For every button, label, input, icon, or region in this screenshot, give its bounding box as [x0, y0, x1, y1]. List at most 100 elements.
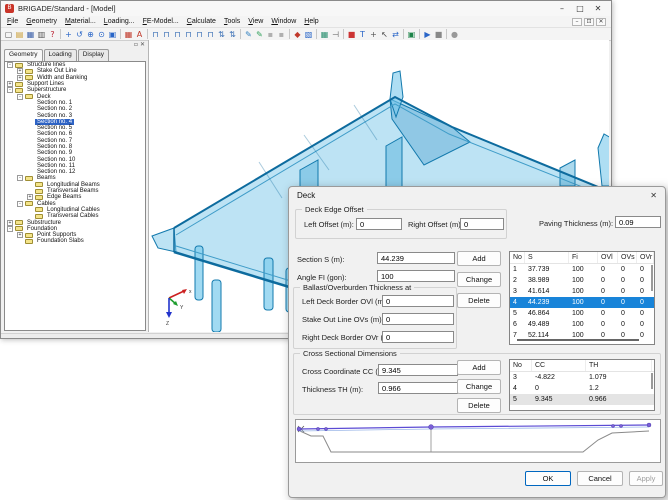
table-row[interactable]: 238.989100000: [510, 275, 654, 286]
cc-add-button[interactable]: Add: [457, 360, 501, 375]
tab-loading[interactable]: Loading: [44, 49, 77, 61]
expand-icon[interactable]: +: [17, 68, 23, 74]
mdi-restore-icon[interactable]: ⊡: [584, 18, 594, 26]
table-row[interactable]: 546.864100000: [510, 308, 654, 319]
menu-item-view[interactable]: View: [244, 18, 267, 25]
zoom-window-icon[interactable]: ⊙: [96, 28, 107, 40]
mesh-view-icon[interactable]: ▣: [406, 28, 417, 40]
section-add-button[interactable]: Add: [457, 251, 501, 266]
panel-pin-icon[interactable]: ▫: [134, 42, 138, 48]
results-icon[interactable]: ●: [449, 28, 460, 40]
pan-icon[interactable]: +: [63, 28, 74, 40]
open-file-icon[interactable]: ▤: [14, 28, 25, 40]
mesh-icon[interactable]: ▦: [123, 28, 134, 40]
close-icon[interactable]: ✕: [589, 3, 607, 15]
expand-icon[interactable]: +: [17, 75, 23, 81]
thickness-th-input[interactable]: [378, 382, 458, 394]
load-tool-icon[interactable]: T: [357, 28, 368, 40]
edit-pen-icon[interactable]: ✎: [254, 28, 265, 40]
ok-button[interactable]: OK: [525, 471, 571, 486]
table-row[interactable]: 3-4.8221.079: [510, 372, 654, 383]
paving-thickness-input[interactable]: [615, 216, 661, 228]
panel-close-icon[interactable]: ✕: [140, 42, 145, 48]
add-node-icon[interactable]: +: [368, 28, 379, 40]
menu-item-help[interactable]: Help: [300, 18, 322, 25]
cancel-button[interactable]: Cancel: [577, 471, 623, 486]
table-row[interactable]: 649.489100000: [510, 319, 654, 330]
connect-tool-icon[interactable]: ⊣: [330, 28, 341, 40]
maximize-icon[interactable]: □: [571, 3, 589, 15]
collapse-icon[interactable]: -: [17, 94, 23, 100]
section-s-input[interactable]: [377, 252, 455, 264]
cc-delete-button[interactable]: Delete: [457, 398, 501, 413]
expand-icon[interactable]: +: [27, 194, 33, 200]
minimize-icon[interactable]: –: [553, 3, 571, 15]
mdi-minimize-icon[interactable]: –: [572, 18, 582, 26]
column-header[interactable]: S: [525, 252, 569, 263]
orbit-icon[interactable]: ↺: [74, 28, 85, 40]
transform-tool-icon[interactable]: ⇄: [390, 28, 401, 40]
cc-change-button[interactable]: Change: [457, 379, 501, 394]
menu-item-window[interactable]: Window: [267, 18, 300, 25]
menu-item-calculate[interactable]: Calculate: [183, 18, 220, 25]
solid-cube-icon[interactable]: ▧: [303, 28, 314, 40]
mdi-close-icon[interactable]: ✕: [596, 18, 606, 26]
section-table-hscrollbar[interactable]: [517, 339, 639, 341]
select-pointer-icon[interactable]: ↖: [379, 28, 390, 40]
cc-table-vscrollbar[interactable]: [651, 373, 653, 389]
menu-item-material[interactable]: Material...: [61, 18, 100, 25]
left-deck-border-ovl-input[interactable]: [382, 295, 454, 307]
save-file-icon[interactable]: ▦: [25, 28, 36, 40]
table-row[interactable]: 59.3450.966: [510, 394, 654, 405]
angle-fi-input[interactable]: [377, 270, 455, 282]
solid-tool-2-icon[interactable]: ▪: [276, 28, 287, 40]
expand-icon[interactable]: +: [7, 220, 13, 226]
structure-line-icon[interactable]: ⊓: [150, 28, 161, 40]
column-header[interactable]: OVr: [637, 252, 654, 263]
tree-item-foundation-slabs[interactable]: Foundation Slabs: [5, 238, 145, 244]
table-row[interactable]: 444.239100000: [510, 297, 654, 308]
banking-up-icon[interactable]: ⇅: [216, 28, 227, 40]
column-header[interactable]: TH: [586, 360, 652, 371]
menu-item-tools[interactable]: Tools: [220, 18, 244, 25]
column-header[interactable]: No: [510, 360, 532, 371]
collapse-icon[interactable]: -: [7, 226, 13, 232]
left-offset-input[interactable]: [356, 218, 402, 230]
table-row[interactable]: 137.739100000: [510, 264, 654, 275]
column-header[interactable]: OVs: [618, 252, 637, 263]
stop-analysis-icon[interactable]: ■: [433, 28, 444, 40]
table-row[interactable]: 341.614100000: [510, 286, 654, 297]
support-line-icon[interactable]: ⊓: [172, 28, 183, 40]
solid-tool-1-icon[interactable]: ▪: [265, 28, 276, 40]
zoom-fit-icon[interactable]: ▣: [107, 28, 118, 40]
new-file-icon[interactable]: ▢: [3, 28, 14, 40]
expand-icon[interactable]: +: [7, 81, 13, 87]
column-header[interactable]: Fi: [569, 252, 598, 263]
transversal-beam-icon[interactable]: ⊓: [205, 28, 216, 40]
dialog-close-icon[interactable]: ✕: [650, 191, 657, 200]
stake-out-line-icon[interactable]: ⊓: [161, 28, 172, 40]
menu-item-femodel[interactable]: FE-Model...: [139, 18, 183, 25]
section-change-button[interactable]: Change: [457, 272, 501, 287]
banking-down-icon[interactable]: ⇅: [227, 28, 238, 40]
section-delete-button[interactable]: Delete: [457, 293, 501, 308]
cross-coordinate-input[interactable]: [378, 364, 458, 376]
tab-display[interactable]: Display: [78, 49, 109, 61]
table-tool-icon[interactable]: ▦: [319, 28, 330, 40]
text-label-icon[interactable]: A: [134, 28, 145, 40]
run-analysis-icon[interactable]: ▶: [422, 28, 433, 40]
collapse-icon[interactable]: -: [17, 201, 23, 207]
right-deck-border-ovr-input[interactable]: [382, 331, 454, 343]
column-header[interactable]: OVl: [598, 252, 618, 263]
support-tool-icon[interactable]: ■: [346, 28, 357, 40]
collapse-icon[interactable]: -: [7, 87, 13, 93]
menu-item-loading[interactable]: Loading...: [100, 18, 139, 25]
expand-icon[interactable]: +: [17, 232, 23, 238]
column-header[interactable]: CC: [532, 360, 586, 371]
apply-button[interactable]: Apply: [629, 471, 663, 486]
collapse-icon[interactable]: -: [17, 175, 23, 181]
stake-out-line-ovs-input[interactable]: [382, 313, 454, 325]
draw-pen-icon[interactable]: ✎: [243, 28, 254, 40]
deck-section-icon[interactable]: ⊓: [183, 28, 194, 40]
tab-geometry[interactable]: Geometry: [4, 49, 43, 61]
